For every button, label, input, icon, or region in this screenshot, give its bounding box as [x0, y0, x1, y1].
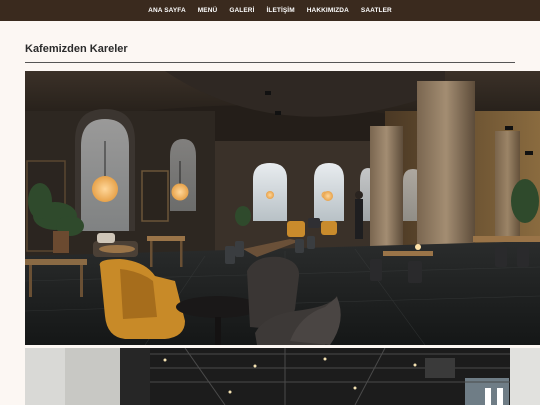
nav-link-ana-sayfa[interactable]: ANA SAYFA: [142, 0, 192, 21]
nav-link-saatler[interactable]: SAATLER: [355, 0, 398, 21]
industrial-interior-image: [25, 348, 540, 405]
cafe-interior-image: [25, 71, 540, 345]
nav-link-galeri[interactable]: GALERİ: [223, 0, 260, 21]
top-navbar: ANA SAYFA MENÜ GALERİ İLETİŞİM HAKKIMIZD…: [0, 0, 540, 21]
nav-link-menu[interactable]: MENÜ: [192, 0, 224, 21]
nav-link-hakkimizda[interactable]: HAKKIMIZDA: [301, 0, 355, 21]
title-divider: [25, 62, 515, 63]
nav-link-iletisim[interactable]: İLETİŞİM: [260, 0, 300, 21]
page-title: Kafemizden Kareler: [25, 43, 128, 55]
gallery-photo-industrial-interior[interactable]: [25, 348, 540, 405]
gallery-photo-cafe-interior[interactable]: [25, 71, 540, 345]
